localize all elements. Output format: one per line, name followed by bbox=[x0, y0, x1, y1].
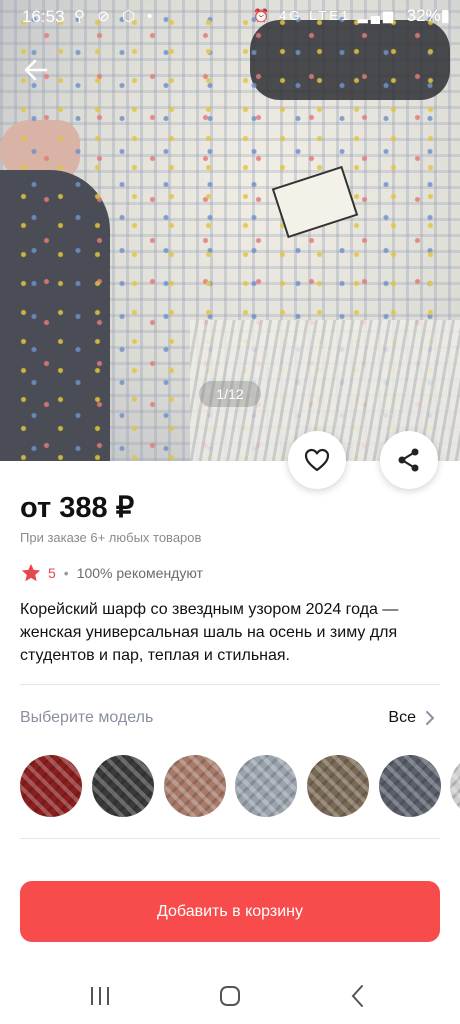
all-variants-link[interactable]: Все bbox=[388, 709, 436, 727]
star-icon bbox=[21, 563, 41, 582]
recent-apps-icon bbox=[91, 987, 109, 1005]
variant-thumbnail[interactable] bbox=[235, 755, 297, 817]
status-time: 16:53 bbox=[22, 7, 65, 26]
variant-thumbnail[interactable] bbox=[164, 755, 226, 817]
network-icon: ⏰ 4G LTE1 ▂▄▆ bbox=[253, 8, 396, 23]
share-button[interactable] bbox=[380, 431, 438, 489]
system-nav-bar bbox=[0, 968, 460, 1024]
variant-thumbnail[interactable] bbox=[20, 755, 82, 817]
battery-icon: 32%▮ bbox=[406, 6, 450, 25]
recommend-text: 100% рекомендуют bbox=[76, 565, 203, 581]
variant-thumbnail[interactable] bbox=[450, 755, 460, 817]
heart-icon bbox=[304, 448, 330, 472]
chevron-right-icon bbox=[426, 711, 435, 725]
variant-thumbnails bbox=[20, 755, 460, 817]
battery-level: 32% bbox=[406, 6, 441, 25]
separator-dot: • bbox=[63, 565, 69, 581]
divider bbox=[20, 684, 440, 685]
rating-value: 5 bbox=[48, 565, 56, 581]
product-title: Корейский шарф со звездным узором 2024 г… bbox=[20, 601, 399, 664]
recent-apps-button[interactable] bbox=[80, 978, 120, 1014]
choose-model-label: Выберите модель bbox=[20, 709, 154, 726]
favorite-button[interactable] bbox=[288, 431, 346, 489]
all-variants-label: Все bbox=[388, 709, 416, 726]
home-button[interactable] bbox=[210, 978, 250, 1014]
rating-row[interactable]: 5 • 100% рекомендуют bbox=[20, 562, 203, 584]
divider bbox=[20, 838, 440, 839]
variant-thumbnail[interactable] bbox=[307, 755, 369, 817]
variant-thumbnail[interactable] bbox=[92, 755, 154, 817]
chevron-left-icon bbox=[351, 985, 363, 1007]
home-icon bbox=[220, 986, 240, 1006]
back-button[interactable] bbox=[18, 52, 54, 88]
share-icon bbox=[398, 448, 419, 472]
system-back-button[interactable] bbox=[338, 978, 378, 1014]
variant-thumbnail[interactable] bbox=[379, 755, 441, 817]
price-note: При заказе 6+ любых товаров bbox=[20, 530, 202, 545]
notification-icons: ⚲ ⊘ ⬡ • bbox=[74, 8, 157, 25]
status-bar: 16:53 ⚲ ⊘ ⬡ • ⏰ 4G LTE1 ▂▄▆ 32%▮ bbox=[0, 0, 460, 34]
gallery-counter: 1/12 bbox=[199, 381, 261, 407]
arrow-left-icon bbox=[24, 59, 48, 81]
product-price: от 388 ₽ bbox=[20, 492, 135, 524]
network-label: 4G LTE1 bbox=[279, 8, 352, 23]
add-to-cart-button[interactable]: Добавить в корзину bbox=[20, 881, 440, 942]
